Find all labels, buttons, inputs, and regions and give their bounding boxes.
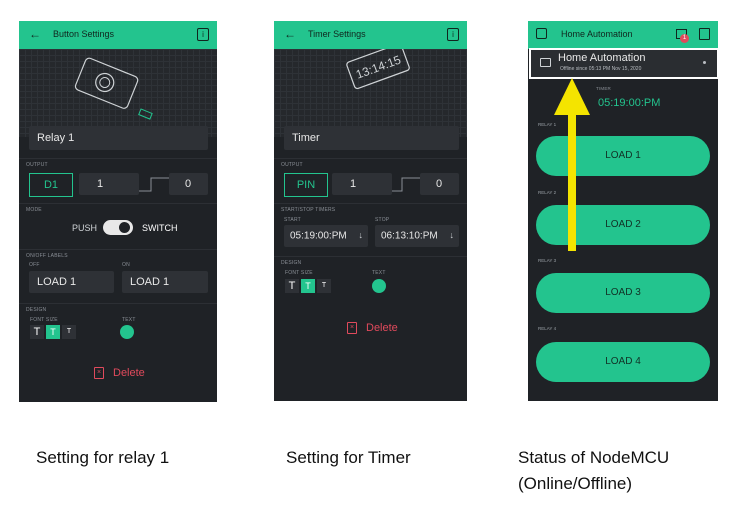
header-bar: ← Button Settings i [19, 21, 217, 49]
design-label: DESIGN [281, 260, 302, 266]
info-icon[interactable]: i [197, 28, 209, 41]
home-automation-dashboard: Home Automation 1 Home Automation Offlin… [528, 21, 718, 401]
switch-label: SWITCH [142, 223, 178, 233]
font-size-small-button[interactable]: T [62, 325, 76, 339]
stop-time-input[interactable]: 06:13:10:PM ↓ [375, 225, 459, 247]
start-label: START [284, 217, 301, 223]
annotation-arrow-icon [554, 78, 590, 251]
value-on-input[interactable]: 1 [79, 173, 139, 195]
value-off-input[interactable]: 0 [420, 173, 459, 195]
info-icon[interactable]: i [447, 28, 459, 41]
timer-settings-screen: ← Timer Settings i 13:14:15 Timer OUTPUT… [274, 21, 467, 401]
on-off-labels-label: ON/OFF LABELS [26, 253, 68, 259]
on-label: ON [122, 262, 130, 268]
font-size-label: FONT SIZE [285, 270, 313, 276]
on-label-input[interactable]: LOAD 1 [122, 271, 208, 293]
font-size-label: FONT SIZE [30, 317, 58, 323]
divider [274, 203, 467, 204]
output-label: OUTPUT [281, 162, 303, 168]
pin-value: D1 [43, 179, 59, 191]
design-label: DESIGN [26, 307, 47, 313]
divider [274, 158, 467, 159]
value-off-input[interactable]: 0 [169, 173, 208, 195]
pin-selector[interactable]: D1 [29, 173, 73, 197]
chevron-down-icon: ↓ [449, 230, 455, 240]
divider [19, 203, 217, 204]
header-title: Timer Settings [308, 29, 366, 39]
font-size-large-button[interactable]: T [285, 279, 299, 293]
stop-label: STOP [375, 217, 390, 223]
button-settings-screen: ← Button Settings i Relay 1 OUTPUT D1 1 … [19, 21, 217, 402]
divider [274, 256, 467, 257]
back-arrow-icon[interactable]: ← [29, 27, 41, 41]
pin-value: PIN [296, 179, 316, 191]
mode-label: MODE [26, 207, 42, 213]
divider [19, 303, 217, 304]
delete-button[interactable]: Delete [113, 367, 145, 379]
delete-icon[interactable]: × [347, 322, 357, 334]
name-input[interactable]: Relay 1 [29, 126, 208, 150]
header-bar: ← Timer Settings i [274, 21, 467, 49]
off-label: OFF [29, 262, 40, 268]
text-color-picker[interactable] [372, 279, 386, 293]
caption-status-line2: (Online/Offline) [518, 474, 633, 493]
output-label: OUTPUT [26, 162, 48, 168]
header-title: Button Settings [53, 29, 115, 39]
start-time-input[interactable]: 05:19:00:PM ↓ [284, 225, 368, 247]
font-size-large-button[interactable]: T [30, 325, 44, 339]
delete-button[interactable]: Delete [366, 322, 398, 334]
push-label: PUSH [72, 223, 98, 233]
text-color-label: TEXT [372, 270, 386, 276]
name-input[interactable]: Timer [284, 126, 459, 150]
start-stop-timers-label: START/STOP TIMERS [281, 207, 336, 213]
caption-relay: Setting for relay 1 [36, 448, 170, 467]
value-on-input[interactable]: 1 [332, 173, 392, 195]
timer-device-illustration-icon: 13:14:15 [346, 49, 410, 90]
delete-icon[interactable]: × [94, 367, 104, 379]
button-device-illustration-icon [74, 57, 153, 120]
divider [19, 158, 217, 159]
caption-timer: Setting for Timer [286, 448, 411, 467]
font-size-medium-button[interactable]: T [301, 279, 315, 293]
off-label-input[interactable]: LOAD 1 [29, 271, 114, 293]
back-arrow-icon[interactable]: ← [284, 27, 296, 41]
text-color-picker[interactable] [120, 325, 134, 339]
mode-toggle[interactable] [103, 220, 133, 235]
pin-selector[interactable]: PIN [284, 173, 328, 197]
widget-preview [19, 49, 217, 137]
font-size-medium-button[interactable]: T [46, 325, 60, 339]
font-size-small-button[interactable]: T [317, 279, 331, 293]
chevron-down-icon: ↓ [358, 230, 364, 240]
caption-status-line1: Status of NodeMCU [518, 448, 670, 467]
text-color-label: TEXT [122, 317, 136, 323]
widget-preview: 13:14:15 [274, 49, 467, 137]
divider [19, 249, 217, 250]
